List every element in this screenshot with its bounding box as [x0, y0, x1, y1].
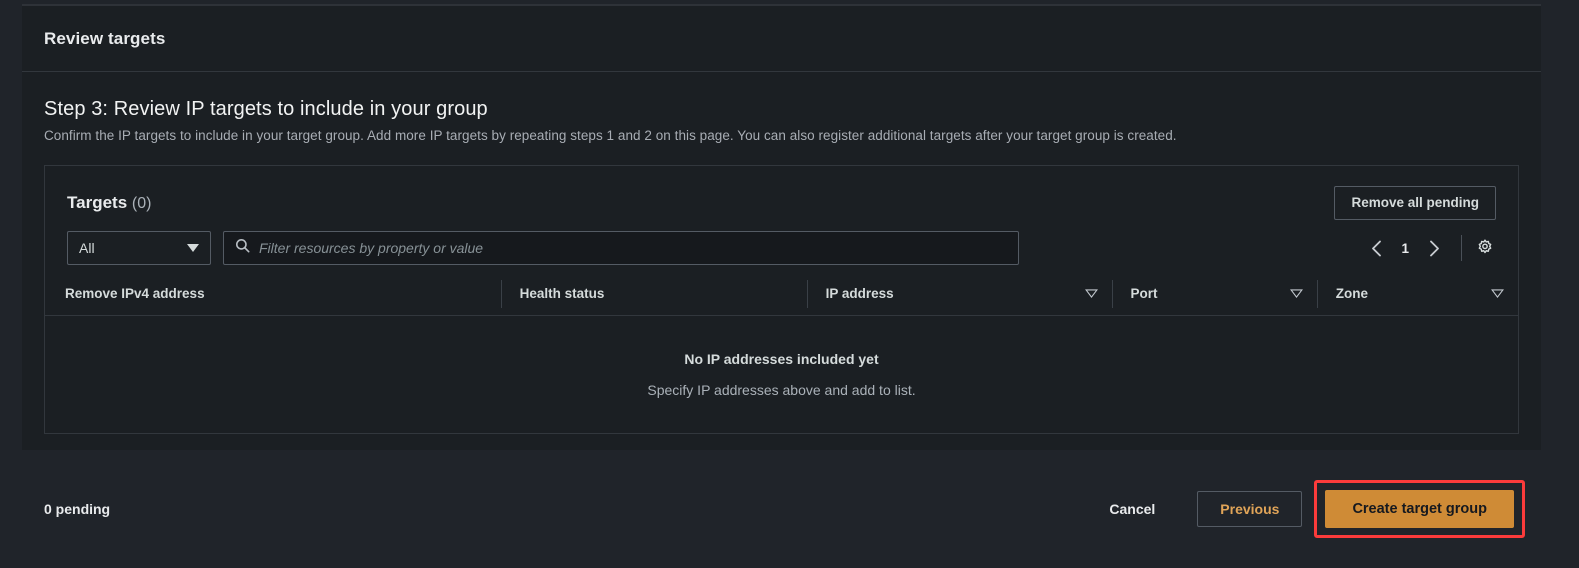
sort-descending-icon[interactable] — [1084, 286, 1098, 301]
sort-descending-icon[interactable] — [1289, 286, 1303, 301]
create-target-group-button[interactable]: Create target group — [1325, 490, 1514, 528]
targets-heading: Targets (0) — [67, 193, 151, 213]
targets-filter-row: All Filter resources by property or valu… — [45, 224, 1518, 272]
filter-type-select-value: All — [79, 240, 95, 256]
cancel-button[interactable]: Cancel — [1091, 492, 1173, 526]
pagination: 1 — [1361, 233, 1496, 263]
targets-card: Targets (0) Remove all pending All Filte… — [44, 165, 1519, 434]
chevron-down-icon — [187, 244, 199, 252]
step-description: Confirm the IP targets to include in you… — [44, 128, 1177, 143]
empty-state-subtitle: Specify IP addresses above and add to li… — [647, 381, 916, 398]
column-label: IP address — [825, 286, 894, 301]
left-gutter — [0, 0, 22, 568]
filter-type-select[interactable]: All — [67, 231, 211, 265]
targets-heading-label: Targets — [67, 193, 128, 212]
pagination-prev-button[interactable] — [1361, 233, 1391, 263]
page-root: Review targets Step 3: Review IP targets… — [0, 0, 1579, 568]
sort-descending-icon[interactable] — [1491, 286, 1504, 301]
empty-state-title: No IP addresses included yet — [684, 350, 879, 367]
pagination-page-1[interactable]: 1 — [1393, 241, 1417, 256]
column-label: Zone — [1335, 286, 1368, 301]
pagination-divider — [1461, 235, 1462, 261]
targets-table-header: Remove IPv4 address Health status IP add… — [45, 272, 1518, 316]
column-header-zone[interactable]: Zone — [1316, 279, 1518, 308]
column-header-health-status: Health status — [500, 279, 807, 308]
panel-body: Step 3: Review IP targets to include in … — [22, 72, 1541, 434]
column-header-remove-ipv4-address: Remove IPv4 address — [45, 280, 501, 308]
column-header-port[interactable]: Port — [1111, 279, 1317, 308]
pagination-next-button[interactable] — [1419, 233, 1449, 263]
previous-button[interactable]: Previous — [1197, 491, 1303, 527]
column-label: Remove IPv4 address — [65, 286, 205, 301]
table-empty-state: No IP addresses included yet Specify IP … — [45, 316, 1518, 416]
pending-status: 0 pending — [44, 501, 111, 517]
search-input[interactable]: Filter resources by property or value — [259, 240, 483, 256]
step-title: Step 3: Review IP targets to include in … — [44, 98, 488, 120]
search-input-wrapper[interactable]: Filter resources by property or value — [223, 231, 1019, 265]
review-targets-panel: Review targets Step 3: Review IP targets… — [22, 4, 1541, 450]
create-target-group-highlight: Create target group — [1314, 480, 1525, 538]
wizard-footer: 0 pending Cancel Previous Create target … — [22, 450, 1541, 568]
targets-card-header: Targets (0) Remove all pending — [45, 166, 1518, 224]
column-header-ip-address[interactable]: IP address — [806, 279, 1112, 308]
targets-count: (0) — [131, 195, 152, 212]
panel-header: Review targets — [22, 6, 1541, 72]
page-title: Review targets — [44, 28, 166, 48]
search-icon — [235, 238, 250, 258]
gear-icon[interactable] — [1474, 237, 1496, 259]
column-label: Health status — [519, 286, 605, 301]
remove-all-pending-button[interactable]: Remove all pending — [1334, 186, 1496, 220]
column-label: Port — [1130, 286, 1158, 301]
footer-actions: Cancel Previous Create target group — [1091, 480, 1541, 538]
